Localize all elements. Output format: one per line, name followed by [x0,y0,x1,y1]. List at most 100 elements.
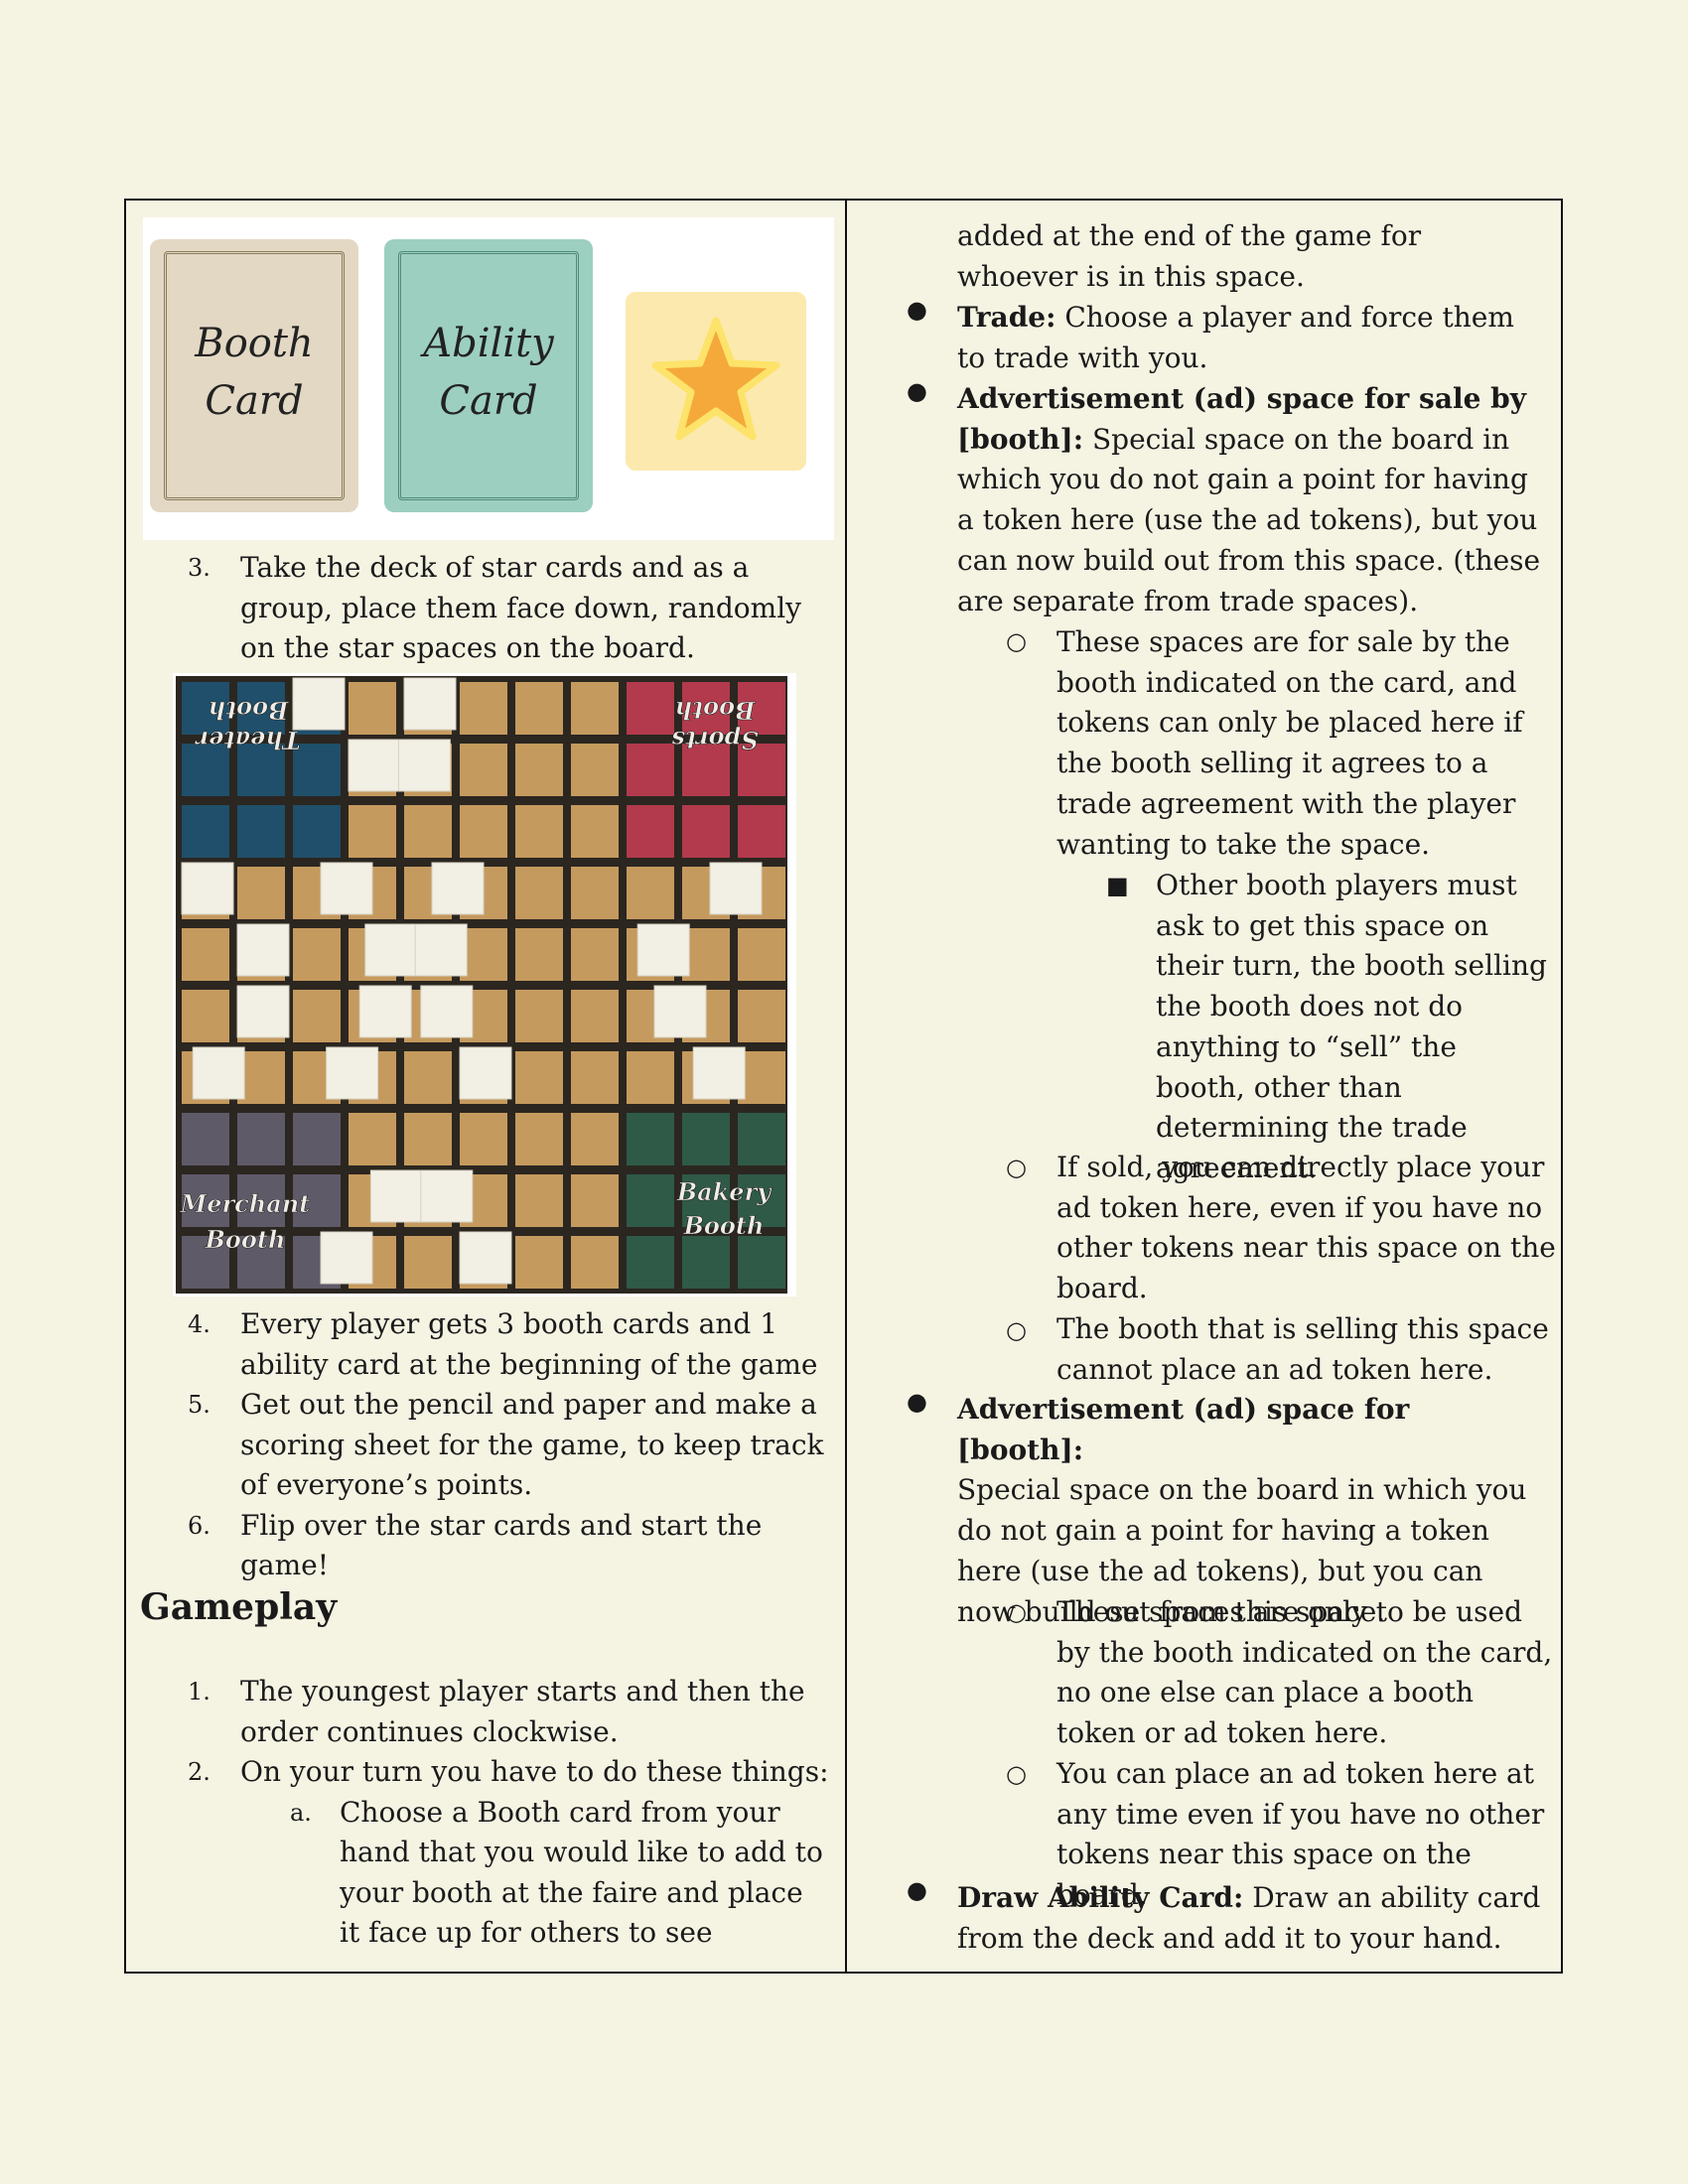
star-card-facedown [397,739,451,792]
board-space [571,1174,619,1227]
list-item: 4. Every player gets 3 booth cards and 1… [126,1304,845,1385]
star-card-facedown [709,862,763,915]
board-space [460,744,507,796]
list-number: a. [290,1798,312,1827]
board-space [515,805,563,858]
bullet-circle: ○ [1006,627,1027,655]
board-space [738,928,785,981]
board-space [627,867,674,919]
board-space [460,682,507,735]
star-card-facedown [431,862,485,915]
board-space [571,805,619,858]
ad-sale-sub1-sub: Other booth players must ask to get this… [1156,869,1547,1184]
bullet-circle: ○ [1006,1760,1027,1788]
board-space [182,928,229,981]
board-space [349,805,396,858]
board-space [515,990,563,1042]
board-space [627,682,674,735]
ability-card-image: Ability Card [384,239,593,512]
list-text: Flip over the star cards and start the g… [240,1508,763,1582]
list-number: 1. [188,1678,211,1706]
star-card-facedown [236,923,290,977]
star-card-facedown [320,862,373,915]
board-space [571,744,619,796]
board-space [460,1113,507,1165]
sports-booth-line1: Sports [671,726,759,754]
star-card-facedown [459,1231,512,1285]
theater-booth-line2: Booth [209,696,290,725]
board-space [404,805,452,858]
list-number: 3. [188,554,211,582]
bullet-disc: ● [907,296,927,324]
star-card-facedown [420,1169,474,1223]
board-space [237,867,285,919]
draw-label: Draw Ability Card: [957,1881,1244,1914]
board-space [571,682,619,735]
star-card-facedown [181,862,234,915]
list-item: 1. The youngest player starts and then t… [126,1672,845,1752]
board-space [738,990,785,1042]
star-card-facedown [348,739,401,792]
board-space [571,1236,619,1289]
game-board-photo: Theater Booth Sports Booth Merchant Boot… [173,673,796,1297]
star-card-facedown [414,923,468,977]
booth-card-line2: Card [205,378,304,424]
board-space [515,744,563,796]
booth-card-line1: Booth [195,321,314,366]
list-text: Every player gets 3 booth cards and 1 ab… [240,1307,818,1381]
star-card-facedown [326,1046,379,1100]
ad-sale-item: Advertisement (ad) space for sale by [bo… [957,379,1543,621]
star-card-facedown [236,985,290,1038]
merchant-booth-line1: Merchant [180,1189,311,1218]
list-item: 3. Take the deck of star cards and as a … [126,548,845,669]
list-text: Choose a Booth card from your hand that … [340,1795,823,1950]
board-space [182,805,229,858]
list-number: 6. [188,1511,211,1540]
ad-booth-sub1: These spaces are only to be used by the … [1056,1595,1553,1750]
star-card-facedown [403,677,457,731]
board-space [404,1113,452,1165]
board-space [293,805,341,858]
setup-steps-a: 3. Take the deck of star cards and as a … [126,548,845,669]
bakery-booth-line1: Bakery [676,1177,773,1206]
board-space [293,1113,341,1165]
bullet-disc: ● [907,1388,927,1416]
list-text: Take the deck of star cards and as a gro… [240,551,801,664]
star-card-facedown [192,1046,245,1100]
board-space [571,1051,619,1104]
list-item: 2. On your turn you have to do these thi… [126,1752,845,1793]
board-space [515,1113,563,1165]
star-card-facedown [369,1169,423,1223]
board-space [515,1051,563,1104]
board-space [237,1113,285,1165]
board-space [682,1236,730,1289]
ad-booth-label: Advertisement (ad) space for [booth]: [957,1393,1410,1466]
board-space [460,805,507,858]
theater-booth-line1: Theater [194,726,300,754]
board-space [293,990,341,1042]
board-space [571,990,619,1042]
board-space [515,1174,563,1227]
ability-card-line1: Ability [423,321,554,366]
board-space [571,928,619,981]
board-space [515,867,563,919]
right-column: added at the end of the game for whoever… [847,201,1561,1972]
star-card-facedown [636,923,690,977]
booth-card-image: Booth Card [150,239,358,512]
board-space [627,1113,674,1165]
board-space [738,1236,785,1289]
star-card-facedown [364,923,418,977]
board-space [515,682,563,735]
board-space [682,1113,730,1165]
list-item: 6. Flip over the star cards and start th… [126,1506,845,1586]
star-card-facedown [358,985,412,1038]
list-text: Get out the pencil and paper and make a … [240,1388,824,1501]
board-space [682,805,730,858]
board-space [515,928,563,981]
board-space [627,744,674,796]
star-icon [651,317,780,441]
board-space [627,1236,674,1289]
list-number: 5. [188,1391,211,1419]
ad-sale-sub1: These spaces are for sale by the booth i… [1056,625,1523,861]
draw-ability-item: Draw Ability Card: Draw an ability card … [957,1878,1543,1959]
